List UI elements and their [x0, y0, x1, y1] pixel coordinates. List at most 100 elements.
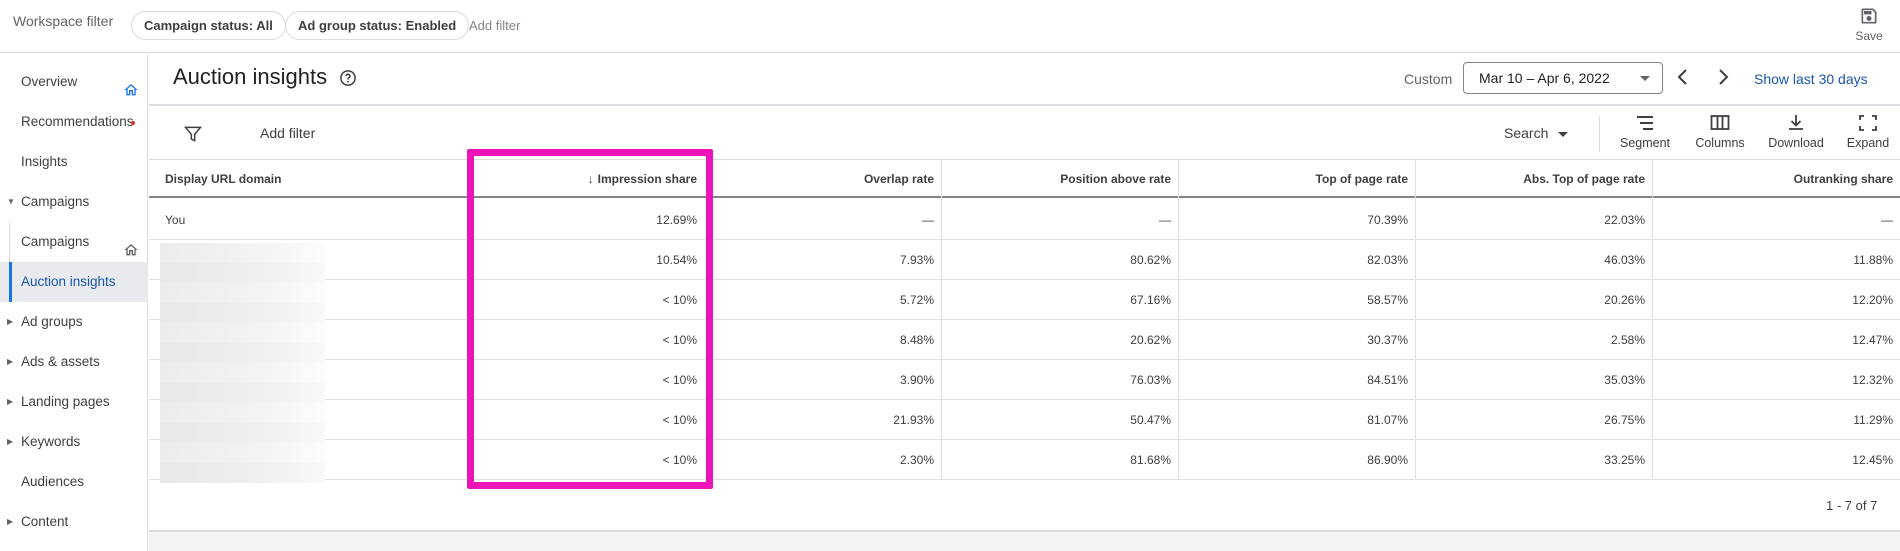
pagination-info: 1 - 7 of 7 [1826, 498, 1878, 513]
sidebar-item-overview[interactable]: Overview [0, 62, 148, 102]
sidebar-item-label: Overview [21, 74, 78, 89]
domain-cell: You [165, 213, 186, 227]
sidebar-item-label: Ads & assets [21, 354, 100, 369]
overlap-rate-cell: 5.72% [899, 293, 934, 307]
table-row: < 10% 5.72% 67.16% 58.57% 20.26% 12.20% [149, 280, 1900, 320]
outranking-share-cell: 12.45% [1852, 453, 1893, 467]
sidebar-group-campaigns[interactable]: ▼ Campaigns [0, 182, 148, 222]
caret-down-icon: ▼ [7, 197, 15, 206]
chevron-left-icon [1677, 69, 1687, 85]
position-above-rate-cell: 20.62% [1130, 333, 1171, 347]
home-icon [123, 234, 139, 262]
columns-button[interactable]: Columns [1685, 114, 1755, 150]
previous-period-button[interactable] [1676, 67, 1690, 92]
columns-label: Columns [1695, 136, 1745, 150]
top-of-page-rate-cell: 30.37% [1367, 333, 1408, 347]
column-header-top-of-page-rate[interactable]: Top of page rate [1183, 160, 1408, 198]
help-icon[interactable] [339, 69, 357, 92]
abs-top-of-page-rate-cell: 2.58% [1610, 333, 1645, 347]
bottom-bar [149, 530, 1900, 551]
column-header-overlap-rate[interactable]: Overlap rate [709, 160, 934, 198]
show-last-30-days-link[interactable]: Show last 30 days [1754, 71, 1868, 87]
search-label: Search [1504, 125, 1549, 141]
header-divider [149, 104, 1900, 106]
filter-icon[interactable] [183, 124, 203, 149]
workspace-filter-label: Workspace filter [13, 13, 114, 29]
position-above-rate-cell: 80.62% [1130, 253, 1171, 267]
column-header-domain[interactable]: Display URL domain [165, 160, 281, 198]
sidebar-group-ads-assets[interactable]: ▶ Ads & assets [0, 342, 148, 382]
highlight-box [467, 149, 713, 489]
date-range-select[interactable]: Mar 10 – Apr 6, 2022 [1463, 62, 1663, 94]
notification-dot [131, 121, 135, 125]
sidebar-item-campaigns[interactable]: Campaigns [0, 222, 148, 262]
column-header-abs-top-of-page-rate[interactable]: Abs. Top of page rate [1420, 160, 1645, 198]
home-icon [123, 74, 139, 102]
sidebar-item-label: Content [21, 514, 69, 529]
search-button[interactable]: Search [1504, 125, 1569, 141]
sidebar-item-recommendations[interactable]: Recommendations [0, 102, 148, 142]
dropdown-arrow-icon [1640, 76, 1650, 81]
position-above-rate-cell: 50.47% [1130, 413, 1171, 427]
overlap-rate-cell: — [922, 213, 934, 227]
expand-label: Expand [1846, 136, 1890, 150]
sidebar-item-label: Keywords [21, 434, 81, 449]
top-of-page-rate-cell: 86.90% [1367, 453, 1408, 467]
top-of-page-rate-cell: 58.57% [1367, 293, 1408, 307]
add-filter-button[interactable]: Add filter [260, 125, 315, 141]
table-row: You 12.69% — — 70.39% 22.03% — [149, 200, 1900, 240]
position-above-rate-cell: 81.68% [1130, 453, 1171, 467]
download-button[interactable]: Download [1761, 114, 1831, 150]
add-workspace-filter-link[interactable]: Add filter [469, 18, 520, 33]
expand-icon [1859, 115, 1877, 131]
sidebar-item-audiences[interactable]: Audiences [0, 462, 148, 502]
campaign-status-chip[interactable]: Campaign status: All [131, 11, 286, 40]
sidebar-item-label: Ad groups [21, 314, 83, 329]
table-row: < 10% 21.93% 50.47% 81.07% 26.75% 11.29% [149, 400, 1900, 440]
save-button[interactable]: Save [1849, 6, 1889, 43]
table-row: < 10% 3.90% 76.03% 84.51% 35.03% 12.32% [149, 360, 1900, 400]
active-indicator [9, 262, 12, 302]
sidebar-group-keywords[interactable]: ▶ Keywords [0, 422, 148, 462]
page-title: Auction insights [173, 64, 328, 89]
download-icon [1789, 115, 1803, 130]
abs-top-of-page-rate-cell: 20.26% [1604, 293, 1645, 307]
caret-right-icon: ▶ [7, 397, 14, 406]
date-range-value: Mar 10 – Apr 6, 2022 [1479, 70, 1610, 86]
top-of-page-rate-cell: 84.51% [1367, 373, 1408, 387]
next-period-button[interactable] [1716, 67, 1730, 92]
top-of-page-rate-cell: 70.39% [1367, 213, 1408, 227]
outranking-share-cell: 12.20% [1852, 293, 1893, 307]
table-row: < 10% 2.30% 81.68% 86.90% 33.25% 12.45% [149, 440, 1900, 480]
outranking-share-cell: 11.88% [1853, 253, 1893, 267]
position-above-rate-cell: 76.03% [1130, 373, 1171, 387]
sidebar-item-label: Campaigns [21, 234, 90, 249]
overlap-rate-cell: 21.93% [893, 413, 934, 427]
caret-right-icon: ▶ [7, 357, 14, 366]
overlap-rate-cell: 2.30% [899, 453, 934, 467]
abs-top-of-page-rate-cell: 35.03% [1604, 373, 1645, 387]
sidebar-item-insights[interactable]: Insights [0, 142, 148, 182]
save-label: Save [1855, 29, 1883, 43]
caret-right-icon: ▶ [7, 317, 14, 326]
segment-button[interactable]: Segment [1610, 114, 1680, 150]
sidebar-group-ad-groups[interactable]: ▶ Ad groups [0, 302, 148, 342]
toolbar-divider [1599, 116, 1600, 152]
sidebar-group-content[interactable]: ▶ Content [0, 502, 148, 542]
dropdown-arrow-icon [1558, 131, 1569, 137]
columns-icon [1710, 115, 1730, 130]
sidebar-group-landing-pages[interactable]: ▶ Landing pages [0, 382, 148, 422]
column-header-outranking-share[interactable]: Outranking share [1657, 160, 1893, 198]
expand-button[interactable]: Expand [1833, 114, 1900, 150]
overlap-rate-cell: 7.93% [899, 253, 934, 267]
abs-top-of-page-rate-cell: 22.03% [1604, 213, 1645, 227]
table-row: 10.54% 7.93% 80.62% 82.03% 46.03% 11.88% [149, 240, 1900, 280]
position-above-rate-cell: — [1159, 213, 1171, 227]
ad-group-status-chip[interactable]: Ad group status: Enabled [285, 11, 470, 40]
column-header-position-above-rate[interactable]: Position above rate [946, 160, 1171, 198]
workspace-filter-bar: Workspace filter Campaign status: All Ad… [0, 0, 1900, 53]
top-of-page-rate-cell: 81.07% [1367, 413, 1408, 427]
sidebar-item-auction-insights[interactable]: Auction insights [0, 262, 148, 302]
outranking-share-cell: 12.32% [1852, 373, 1893, 387]
redacted-domains [160, 243, 325, 483]
